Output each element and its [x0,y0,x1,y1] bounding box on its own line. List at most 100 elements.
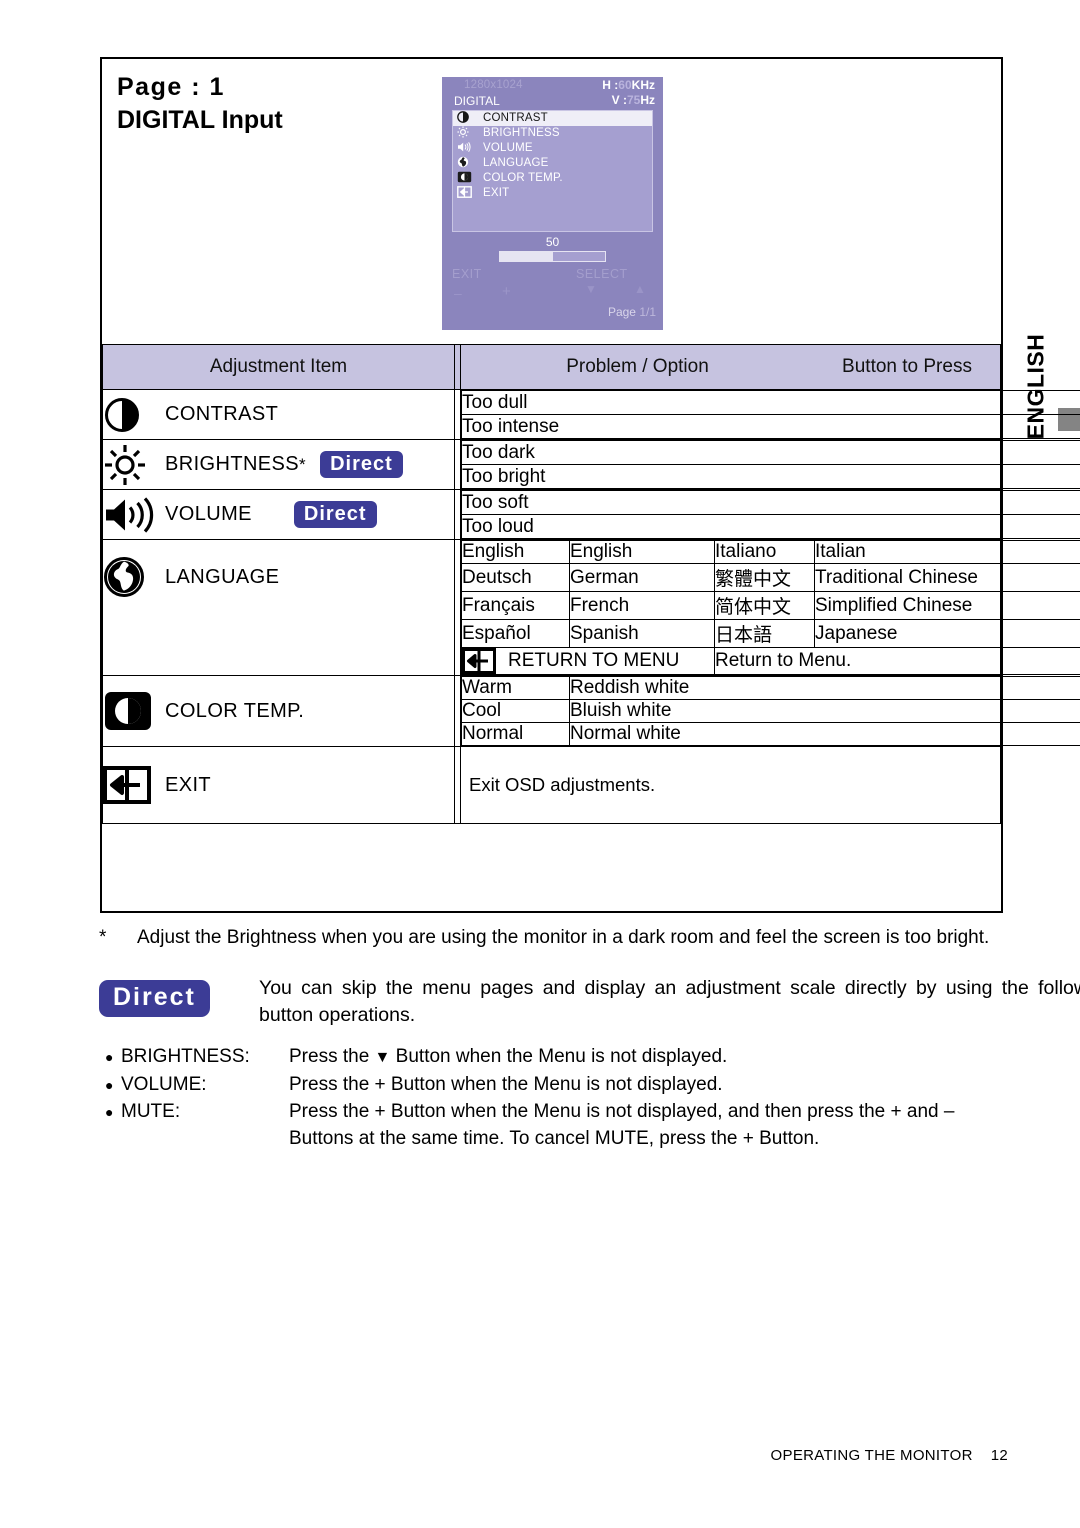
option-text: Too intense [461,414,1080,439]
osd-page-label: Page [607,305,636,319]
color-temp-desc: Normal white [569,722,1080,746]
exit-description: Exit OSD adjustments. [460,746,1001,824]
osd-slider-fill [500,252,553,261]
table-header-row: Adjustment Item Problem / Option Button … [102,344,1001,390]
language-options-table: English English Italiano Italian Deutsch… [461,540,1080,675]
color-temp-desc: Bluish white [569,699,1080,723]
osd-value: 50 [545,235,560,249]
table-row: Too soft + [461,490,1080,515]
osd-preview: 1280x1024 DIGITAL H :60KHz V :75Hz CONTR… [442,77,663,330]
table-row: Normal Normal white [461,722,1080,746]
globe-icon [457,156,483,168]
header-problem-button: Problem / Option Button to Press [460,344,1001,390]
header-problem-option: Problem / Option [566,356,709,377]
table-row: Español Spanish 日本語 Japanese [461,619,1080,648]
option-text: Too bright [461,464,1080,489]
direct-badge: Direct [99,980,210,1017]
language-desc: English [569,540,715,564]
footnote-star: * [299,455,307,474]
bullet-desc-post: Button when the Menu is not displayed. [390,1046,728,1067]
table-row: Too dark + [461,440,1080,465]
osd-page-indicator: Page 1/1 [608,305,656,319]
table-row: Deutsch German 繁體中文 Traditional Chinese [461,563,1080,592]
table-row-contrast: CONTRAST Too dull Too intense [102,389,1080,440]
exit-icon [103,766,165,804]
osd-item-label: EXIT [483,187,510,199]
direct-badge: Direct [293,501,377,528]
osd-item-label: COLOR TEMP. [483,172,563,184]
item-label: BRIGHTNESS* [165,453,306,476]
osd-item-brightness: BRIGHTNESS [453,126,652,141]
item-label: EXIT [165,773,212,796]
color-temp-icon [103,690,165,732]
list-item: ● VOLUME: Press the + Button when the Me… [99,1071,1029,1098]
item-contrast: CONTRAST [102,389,455,440]
page-title: DIGITAL Input [117,106,283,134]
osd-up-arrow-icon: ▲ [634,282,646,296]
brightness-icon [457,126,483,138]
header-adjustment-item: Adjustment Item [102,344,455,390]
exit-icon [462,648,496,674]
bullet-dot-icon: ● [105,1077,114,1093]
table-row-language: LANGUAGE English English Italiano Italia… [102,539,1080,676]
osd-exit-hint: EXIT [452,267,482,281]
osd-item-label: LANGUAGE [483,157,549,169]
osd-resolution: 1280x1024 [464,79,523,91]
osd-select-hint: SELECT [576,267,628,281]
option-text: Too dark [461,440,1080,465]
bullet-desc-pre: Press the [289,1046,375,1067]
bullet-description: Press the + Button when the Menu is not … [289,1101,955,1122]
osd-item-exit: EXIT [453,186,652,201]
table-row: Warm Reddish white [461,676,1080,700]
color-temp-icon [457,171,483,183]
direct-badge: Direct [320,451,403,478]
osd-item-contrast: CONTRAST [453,111,652,126]
bullet-dot-icon: ● [105,1104,114,1120]
table-row: Too loud – [461,514,1080,539]
language-desc: Japanese [814,619,1080,648]
osd-item-volume: VOLUME [453,141,652,156]
footer-title: OPERATING THE MONITOR [770,1447,973,1464]
osd-v-label: V : [611,93,627,107]
footnote-text: Adjust the Brightness when you are using… [137,927,990,948]
return-to-menu-cell: RETURN TO MENU [461,647,715,675]
item-brightness: BRIGHTNESS* Direct [102,439,455,490]
color-temp-name: Cool [461,699,570,723]
osd-item-label: VOLUME [483,142,533,154]
item-color-temp: COLOR TEMP. [102,675,455,747]
direct-description: You can skip the menu pages and display … [259,977,1080,1026]
osd-item-color-temp: COLOR TEMP. [453,171,652,186]
contrast-icon [103,396,165,434]
volume-options: Too soft + Too loud [460,489,1080,540]
adjustment-items-table: Adjustment Item Problem / Option Button … [102,344,1080,824]
item-label: LANGUAGE [165,565,280,588]
item-exit: EXIT [102,746,455,824]
bullet-dot-icon: ● [105,1049,114,1065]
table-row-return-to-menu: RETURN TO MENU Return to Menu. [461,647,1080,675]
down-arrow-icon: ▼ [374,1049,391,1066]
bullet-description: Press the ▼ Button when the Menu is not … [289,1043,1029,1071]
globe-icon [103,556,165,598]
language-options: English English Italiano Italian Deutsch… [460,539,1080,676]
color-temp-options-table: Warm Reddish white Cool Bluish white Nor… [461,676,1080,746]
osd-item-language: LANGUAGE [453,156,652,171]
adjustment-table: Adjustment Item Problem / Option Button … [102,344,1080,824]
color-temp-name: Warm [461,676,570,700]
option-text: Too loud [461,514,1080,539]
osd-v-value: 75 [626,93,641,107]
brightness-options: Too dark + Too brig [460,439,1080,490]
osd-plus-hint: + [502,283,511,300]
bullet-label: MUTE: [121,1101,181,1122]
table-row: Too bright – [461,464,1080,489]
table-row-color-temp: COLOR TEMP. Warm Reddish white Cool Blui… [102,675,1080,747]
color-temp-name: Normal [461,722,570,746]
direct-bullet-list: ● BRIGHTNESS: Press the ▼ Button when th… [99,1043,1029,1152]
item-label: COLOR TEMP. [165,699,305,722]
footnote: * Adjust the Brightness when you are usi… [99,925,1009,951]
return-to-menu-desc: Return to Menu. [714,647,1080,675]
direct-section: Direct You can skip the menu pages and d… [99,975,1080,1029]
osd-item-label: BRIGHTNESS [483,127,560,139]
osd-item-label: CONTRAST [483,112,548,124]
page-footer: OPERATING THE MONITOR 12 [0,1447,1008,1464]
volume-icon [103,495,165,535]
